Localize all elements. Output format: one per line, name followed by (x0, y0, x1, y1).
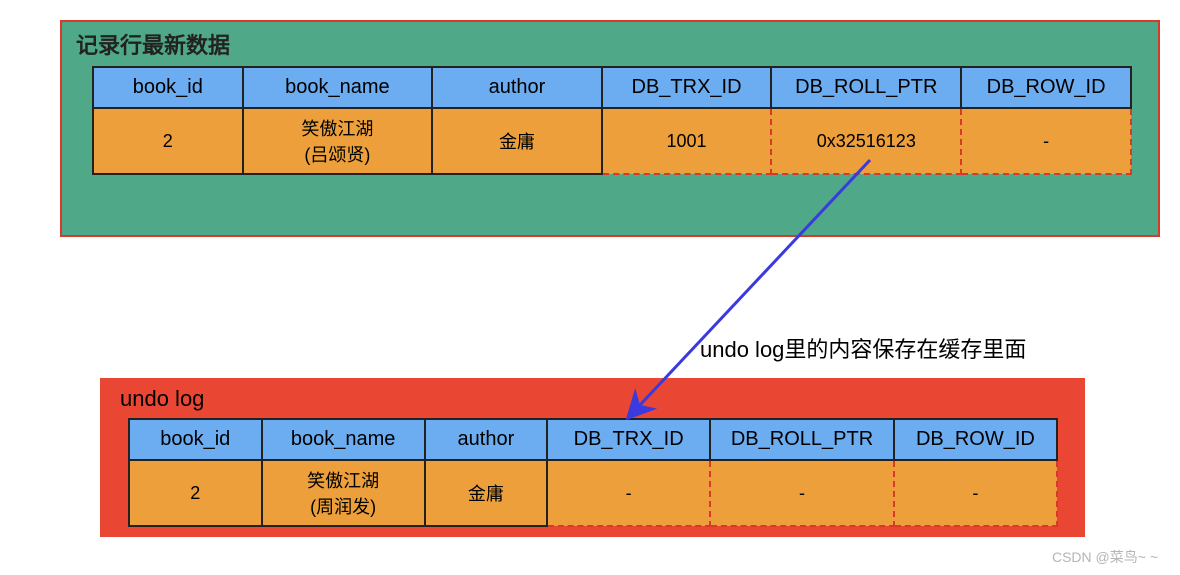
header-book-name: book_name (262, 419, 425, 460)
undo-log-panel: undo log book_id book_name author DB_TRX… (100, 378, 1085, 537)
table-row: 2 笑傲江湖 (周润发) 金庸 - - - (129, 460, 1057, 526)
table-header-row: book_id book_name author DB_TRX_ID DB_RO… (129, 419, 1057, 460)
cell-book-name: 笑傲江湖 (吕颂贤) (243, 108, 433, 174)
table-row: 2 笑傲江湖 (吕颂贤) 金庸 1001 0x32516123 - (93, 108, 1131, 174)
undo-log-table: book_id book_name author DB_TRX_ID DB_RO… (128, 418, 1058, 527)
cell-db-trx-id: 1001 (602, 108, 772, 174)
book-name-l2: (吕颂贤) (304, 145, 370, 165)
cell-db-trx-id: - (547, 460, 710, 526)
latest-row-table: book_id book_name author DB_TRX_ID DB_RO… (92, 66, 1132, 175)
header-db-roll-ptr: DB_ROLL_PTR (710, 419, 894, 460)
cell-author: 金庸 (425, 460, 547, 526)
cell-db-roll-ptr: - (710, 460, 894, 526)
header-book-name: book_name (243, 67, 433, 108)
table-header-row: book_id book_name author DB_TRX_ID DB_RO… (93, 67, 1131, 108)
book-name-l1: 笑傲江湖 (301, 119, 373, 139)
cell-db-row-id: - (894, 460, 1057, 526)
cell-book-id: 2 (129, 460, 262, 526)
header-db-row-id: DB_ROW_ID (894, 419, 1057, 460)
header-db-trx-id: DB_TRX_ID (547, 419, 710, 460)
book-name-l1: 笑傲江湖 (307, 471, 379, 491)
header-db-trx-id: DB_TRX_ID (602, 67, 772, 108)
undo-log-title: undo log (100, 378, 1085, 418)
annotation-text: undo log里的内容保存在缓存里面 (700, 332, 1026, 364)
header-book-id: book_id (129, 419, 262, 460)
header-db-roll-ptr: DB_ROLL_PTR (771, 67, 961, 108)
cell-db-row-id: - (961, 108, 1131, 174)
cell-book-id: 2 (93, 108, 243, 174)
book-name-l2: (周润发) (310, 497, 376, 517)
header-author: author (432, 67, 601, 108)
cell-book-name: 笑傲江湖 (周润发) (262, 460, 425, 526)
header-book-id: book_id (93, 67, 243, 108)
latest-row-panel: 记录行最新数据 book_id book_name author DB_TRX_… (60, 20, 1160, 237)
latest-row-title: 记录行最新数据 (62, 22, 1158, 66)
header-db-row-id: DB_ROW_ID (961, 67, 1131, 108)
cell-author: 金庸 (432, 108, 601, 174)
cell-db-roll-ptr: 0x32516123 (771, 108, 961, 174)
watermark-text: CSDN @菜鸟~ ~ (1052, 547, 1158, 567)
header-author: author (425, 419, 547, 460)
